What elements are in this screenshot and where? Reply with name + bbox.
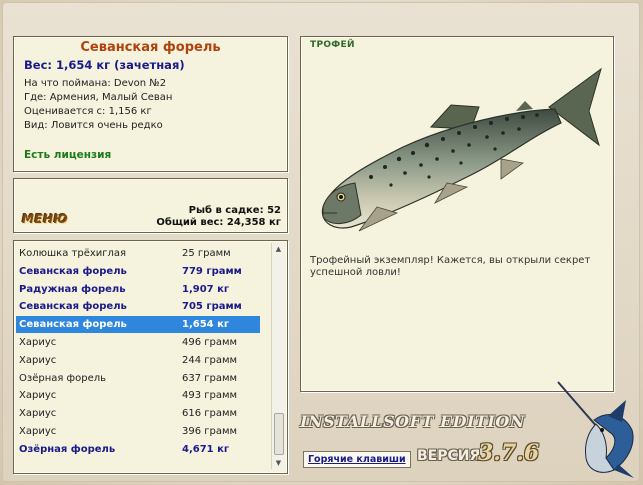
fish-title: Севанская форель [80,40,221,55]
fish-count: Рыб в садке: 52 [188,205,281,216]
scrollbar-thumb[interactable] [274,413,284,455]
catch-fish-name: Озёрная форель [19,372,107,384]
catch-list[interactable]: Колюшка трёхиглая 25 грамм Севанская форел… [13,240,288,474]
catch-fish-weight: 493 грамм [182,390,238,402]
total-weight: Общий вес: 24,358 кг [156,217,281,228]
catch-fish-name: Озёрная форель [19,443,116,455]
edition-logo: INSTALLSOFT EDITION [300,412,525,431]
catch-fish-name: Хариус [19,337,57,348]
catch-fish-weight: 1,654 кг [182,319,230,331]
catch-fish-name: Радужная форель [19,283,126,295]
catch-fish-name: Севанская форель [19,319,127,331]
catch-list-item[interactable]: Хариус 616 грамм [16,405,260,422]
catch-list-item[interactable]: Озёрная форель 637 грамм [16,370,260,387]
trophy-description: Трофейный экземпляр! Кажется, вы открыли… [310,255,591,278]
trophy-label: ТРОФЕЙ [310,40,355,50]
fish-info-panel: Севанская форель Вес: 1,654 кг (зачетная… [13,36,288,172]
catch-fish-weight: 25 грамм [182,248,231,259]
catch-fish-name: Колюшка трёхиглая [19,248,127,259]
catch-list-item[interactable]: Радужная форель 1,907 кг [16,281,260,298]
valued-from-text: Оценивается с: 1,156 кг [24,106,152,117]
catch-fish-name: Севанская форель [19,301,127,313]
catch-list-item[interactable]: Севанская форель 1,654 кг [16,316,260,334]
catch-list-item[interactable]: Колюшка трёхиглая 25 грамм [16,245,260,262]
catch-list-item[interactable]: Озёрная форель 4,671 кг [16,441,260,458]
catch-fish-weight: 1,907 кг [182,283,230,295]
catch-fish-name: Хариус [19,426,57,437]
scroll-down-icon[interactable]: ▼ [272,457,285,469]
version-label: ВЕРСИЯ [417,448,481,464]
catch-fish-weight: 4,671 кг [182,443,230,455]
catch-fish-weight: 637 грамм [182,372,238,384]
version-number: 3.7.6 [478,440,540,466]
catch-list-item[interactable]: Хариус 244 грамм [16,352,260,369]
catch-fish-weight: 616 грамм [182,408,238,420]
catch-list-item[interactable]: Хариус 493 грамм [16,387,260,404]
rarity-text: Вид: Ловится очень редко [24,120,163,131]
trout-image [321,67,602,232]
catch-fish-name: Хариус [19,408,57,420]
catch-list-item[interactable]: Севанская форель 705 грамм [16,298,260,315]
catch-list-item[interactable]: Хариус 396 грамм [16,423,260,440]
scroll-up-icon[interactable]: ▲ [272,243,285,255]
marlin-icon [557,381,634,478]
catch-fish-weight: 705 грамм [182,301,242,313]
trophy-panel: ТРОФЕЙ Трофейный экземпляр! Кажется, вы … [300,36,614,392]
catch-fish-weight: 496 грамм [182,337,238,348]
caught-with-text: На что поймана: Devon №2 [24,78,167,89]
hotkeys-button[interactable]: Горячие клавиши [303,451,411,468]
catch-list-item[interactable]: Хариус 496 грамм [16,334,260,351]
catch-fish-name: Хариус [19,354,57,366]
catch-fish-weight: 244 грамм [182,354,238,366]
list-scrollbar[interactable]: ▲ ▼ [271,243,285,469]
menu-button[interactable]: МЕНЮ [22,212,68,226]
catch-fish-name: Хариус [19,390,57,402]
fish-weight: Вес: 1,654 кг (зачетная) [24,58,185,72]
catch-fish-name: Севанская форель [19,265,127,277]
location-text: Где: Армения, Малый Севан [24,92,173,103]
catch-list-item[interactable]: Севанская форель 779 грамм [16,263,260,280]
catch-fish-weight: 779 грамм [182,265,242,277]
catch-fish-weight: 396 грамм [182,426,238,437]
license-status: Есть лицензия [24,149,112,161]
keepnet-panel: МЕНЮ Рыб в садке: 52 Общий вес: 24,358 к… [13,178,288,233]
